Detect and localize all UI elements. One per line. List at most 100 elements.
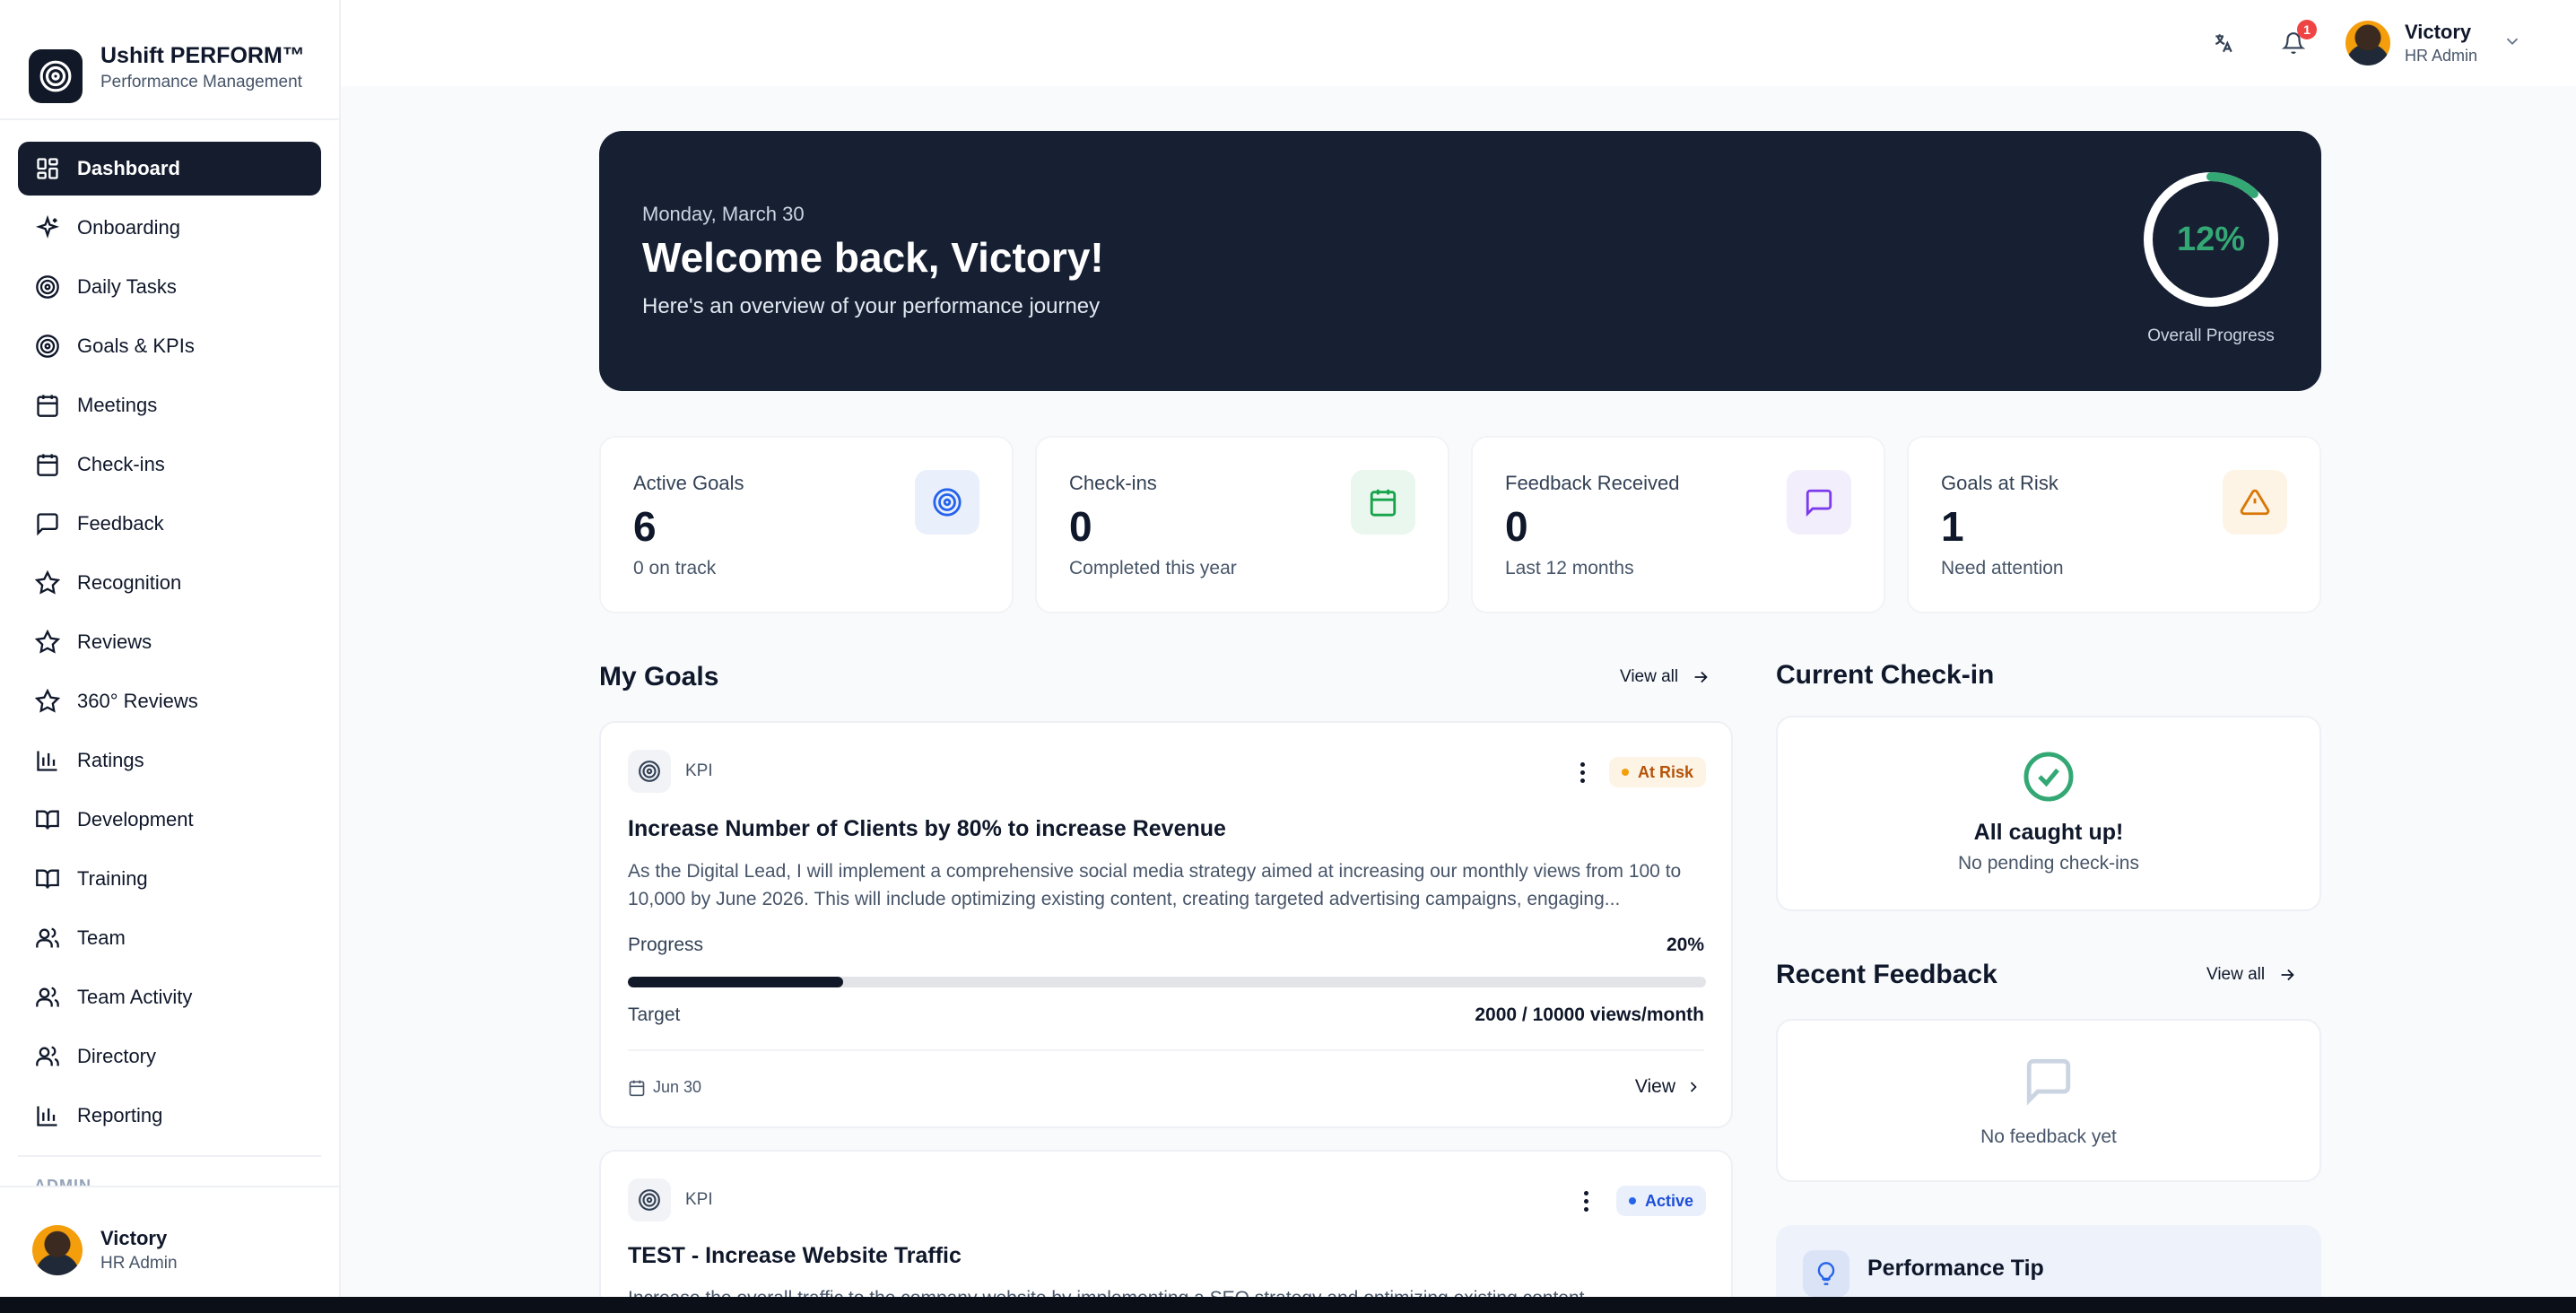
sidebar-item-development[interactable]: Development — [18, 793, 321, 847]
goal-type-label: KPI — [685, 761, 713, 780]
book-icon — [34, 806, 61, 833]
stat-value: 0 — [1069, 503, 1092, 550]
stat-label: Feedback Received — [1505, 472, 1680, 494]
sidebar-item-label: Feedback — [77, 512, 164, 535]
sparkles-icon — [34, 214, 61, 241]
my-goals-view-all-link[interactable]: View all — [1620, 667, 1710, 687]
hero-date: Monday, March 30 — [642, 203, 805, 225]
divider — [628, 1049, 1704, 1051]
target-icon — [628, 750, 671, 793]
stat-value: 6 — [633, 503, 657, 550]
users-icon — [34, 1043, 61, 1070]
stat-subtext: Completed this year — [1069, 558, 1237, 578]
status-label: At Risk — [1637, 762, 1693, 781]
calendar-icon — [1351, 470, 1415, 535]
feedback-empty-text: No feedback yet — [1980, 1126, 2117, 1147]
sidebar-item-reviews[interactable]: Reviews — [18, 615, 321, 669]
sidebar-item-goals-kpis[interactable]: Goals & KPIs — [18, 319, 321, 373]
target-label: Target — [628, 1004, 681, 1025]
goal-type-label: KPI — [685, 1190, 713, 1209]
sidebar-item-meetings[interactable]: Meetings — [18, 378, 321, 432]
user-menu[interactable]: Victory HR Admin — [2345, 21, 2522, 65]
translate-button[interactable] — [2206, 25, 2241, 61]
hero-subtitle: Here's an overview of your performance j… — [642, 294, 1101, 318]
sidebar-item-reporting[interactable]: Reporting — [18, 1089, 321, 1143]
more-options-button[interactable] — [1577, 1187, 1595, 1214]
goal-type: KPI — [628, 1178, 713, 1222]
avatar — [2345, 21, 2390, 65]
dashboard-icon — [34, 155, 61, 182]
user-name: Victory — [2404, 21, 2472, 43]
goal-card[interactable]: KPI Active TEST - Increase Website Traff… — [599, 1150, 1733, 1313]
target-icon — [34, 333, 61, 360]
message-icon — [2026, 1058, 2071, 1106]
sidebar-item-ratings[interactable]: Ratings — [18, 734, 321, 787]
stat-card-check-ins[interactable]: Check-ins 0 Completed this year — [1035, 436, 1449, 613]
sidebar-item-360-reviews[interactable]: 360° Reviews — [18, 674, 321, 728]
star-icon — [34, 629, 61, 656]
sidebar-item-label: Meetings — [77, 394, 158, 416]
sidebar-item-label: Development — [77, 808, 194, 830]
sidebar-item-dashboard[interactable]: Dashboard — [18, 142, 321, 196]
sidebar-item-check-ins[interactable]: Check-ins — [18, 438, 321, 491]
translate-icon — [2215, 34, 2232, 53]
brand[interactable]: Ushift PERFORM™ Performance Management — [0, 0, 339, 120]
overall-progress-label: Overall Progress — [2147, 326, 2275, 345]
goal-title[interactable]: TEST - Increase Website Traffic — [628, 1243, 962, 1269]
stat-card-active-goals[interactable]: Active Goals 6 0 on track — [599, 436, 1014, 613]
brand-subtitle: Performance Management — [100, 72, 302, 91]
calendar-icon — [34, 451, 61, 478]
stat-card-goals-at-risk[interactable]: Goals at Risk 1 Need attention — [1907, 436, 2321, 613]
sidebar-item-team[interactable]: Team — [18, 911, 321, 965]
sidebar-item-training[interactable]: Training — [18, 852, 321, 906]
sidebar-item-recognition[interactable]: Recognition — [18, 556, 321, 610]
sidebar-item-label: Goals & KPIs — [77, 335, 195, 357]
bar-chart-icon — [34, 747, 61, 774]
stat-label: Active Goals — [633, 472, 744, 494]
arrow-right-icon — [2281, 969, 2294, 981]
message-icon — [1787, 470, 1851, 535]
stat-value: 1 — [1941, 503, 1964, 550]
stat-subtext: 0 on track — [633, 558, 717, 578]
target-icon — [34, 274, 61, 300]
calendar-icon — [629, 1080, 645, 1096]
checkin-empty-subtitle: No pending check-ins — [1958, 853, 2139, 874]
stat-card-feedback-received[interactable]: Feedback Received 0 Last 12 months — [1471, 436, 1885, 613]
sidebar-item-directory[interactable]: Directory — [18, 1030, 321, 1083]
stat-label: Check-ins — [1069, 472, 1157, 494]
goal-card[interactable]: KPI At Risk Increase Number of Clients b… — [599, 721, 1733, 1128]
message-icon — [34, 510, 61, 537]
welcome-banner: Monday, March 30 Welcome back, Victory! … — [599, 131, 2321, 391]
sidebar-item-onboarding[interactable]: Onboarding — [18, 201, 321, 255]
avatar — [32, 1225, 83, 1275]
notification-badge: 1 — [2296, 20, 2317, 39]
sidebar-item-feedback[interactable]: Feedback — [18, 497, 321, 551]
sidebar-user[interactable]: Victory HR Admin — [0, 1186, 339, 1313]
progress-value: 20% — [1666, 935, 1704, 955]
more-options-button[interactable] — [1573, 759, 1591, 786]
sidebar-item-daily-tasks[interactable]: Daily Tasks — [18, 260, 321, 314]
sidebar-user-role: HR Admin — [100, 1254, 178, 1273]
checkin-panel: All caught up! No pending check-ins — [1776, 716, 2321, 911]
stat-label: Goals at Risk — [1941, 472, 2058, 494]
topbar: 1 Victory HR Admin — [341, 0, 2576, 86]
target-icon — [628, 1178, 671, 1222]
status-badge: At Risk — [1608, 757, 1706, 787]
checkin-empty-title: All caught up! — [1973, 820, 2124, 845]
brand-name: Ushift PERFORM™ — [100, 42, 305, 68]
goal-view-button[interactable]: View — [1635, 1076, 1702, 1098]
lightbulb-icon — [1803, 1250, 1849, 1297]
recent-feedback-title: Recent Feedback — [1776, 960, 1997, 989]
goal-type: KPI — [628, 750, 713, 793]
goal-title[interactable]: Increase Number of Clients by 80% to inc… — [628, 816, 1226, 842]
feedback-view-all-link[interactable]: View all — [2206, 965, 2297, 985]
status-label: Active — [1644, 1191, 1693, 1210]
performance-tip-title: Performance Tip — [1867, 1256, 2044, 1281]
due-date-text: Jun 30 — [653, 1078, 702, 1096]
sidebar-item-label: Team — [77, 926, 126, 949]
current-checkin-title: Current Check-in — [1776, 660, 1995, 690]
users-icon — [34, 925, 61, 952]
sidebar-item-team-activity[interactable]: Team Activity — [18, 970, 321, 1024]
notifications-button[interactable]: 1 — [2276, 20, 2317, 61]
sidebar-item-label: Reporting — [77, 1104, 163, 1126]
